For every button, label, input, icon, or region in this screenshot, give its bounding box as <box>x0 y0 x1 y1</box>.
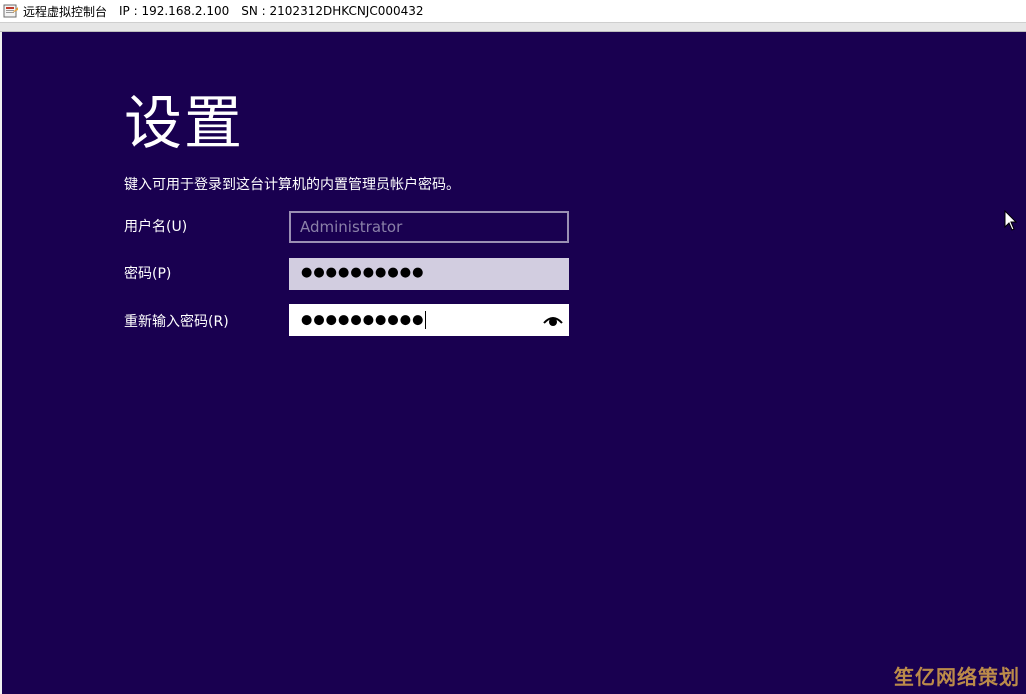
ip-address: IP : 192.168.2.100 <box>119 4 230 18</box>
remote-console-icon <box>3 3 19 19</box>
eye-icon[interactable] <box>543 312 563 328</box>
window-frame-divider <box>0 22 1026 32</box>
password-value: ●●●●●●●●●● <box>301 265 425 280</box>
text-caret <box>425 311 427 329</box>
serial-number: SN : 2102312DHKCNJC000432 <box>241 4 424 18</box>
username-placeholder: Administrator <box>300 218 403 236</box>
watermark-logo: 笙亿网络策划 <box>894 665 1020 689</box>
title-bar: 远程虚拟控制台 IP : 192.168.2.100 SN : 2102312D… <box>0 0 1026 22</box>
confirm-password-label: 重新输入密码(R) <box>124 314 229 330</box>
instruction-text: 键入可用于登录到这台计算机的内置管理员帐户密码。 <box>124 177 460 193</box>
username-field[interactable]: Administrator <box>289 211 569 243</box>
console-screen[interactable]: 设置 键入可用于登录到这台计算机的内置管理员帐户密码。 用户名(U) Admin… <box>2 32 1026 694</box>
username-label: 用户名(U) <box>124 219 188 235</box>
confirm-password-value: ●●●●●●●●●● <box>301 311 427 329</box>
confirm-password-field[interactable]: ●●●●●●●●●● <box>289 304 569 336</box>
remote-console-window: 远程虚拟控制台 IP : 192.168.2.100 SN : 2102312D… <box>0 0 1026 694</box>
confirm-password-dots: ●●●●●●●●●● <box>301 312 425 328</box>
password-field[interactable]: ●●●●●●●●●● <box>289 258 569 290</box>
page-title: 设置 <box>124 89 245 157</box>
mouse-cursor-icon <box>1004 209 1018 232</box>
window-title: 远程虚拟控制台 <box>23 4 108 19</box>
password-label: 密码(P) <box>124 266 172 282</box>
